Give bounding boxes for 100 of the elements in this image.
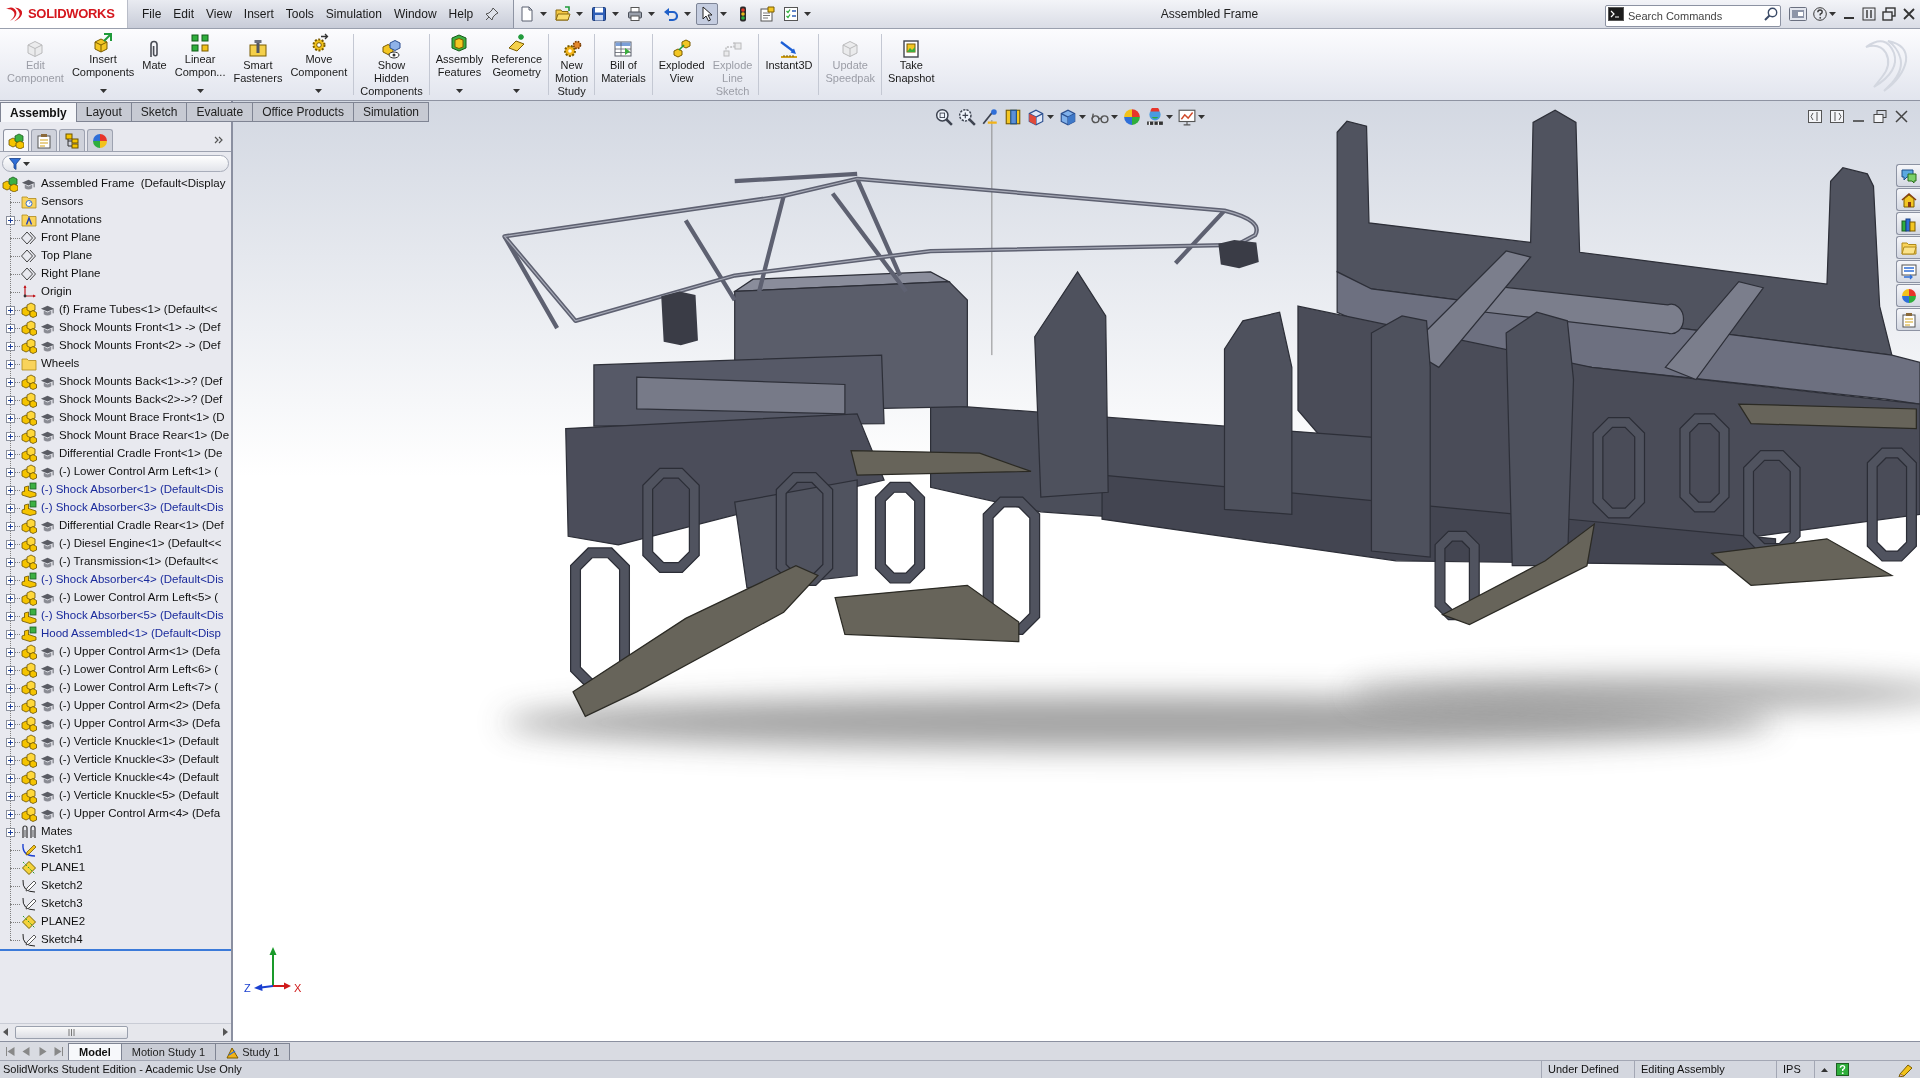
expand-icon[interactable] [6, 449, 15, 459]
tree-item-label[interactable]: Shock Mounts Back<2>->? (Def [59, 391, 223, 409]
smart-fasteners-button[interactable]: Smart Fasteners [229, 29, 287, 87]
task-pane-tab[interactable] [1896, 188, 1920, 211]
take-snapshot-button[interactable]: Take Snapshot [884, 29, 939, 87]
document-tab[interactable]: Motion Study 1 [120, 1043, 217, 1060]
search-icon[interactable] [1764, 7, 1778, 21]
caret-icon[interactable] [23, 161, 30, 166]
task-pane-tab[interactable] [1896, 164, 1920, 187]
feature-manager-tab[interactable] [3, 129, 29, 151]
section-view-icon[interactable] [1004, 108, 1022, 126]
task-pane-tab[interactable] [1896, 212, 1920, 235]
caret-icon[interactable] [456, 89, 463, 93]
expand-icon[interactable] [6, 413, 15, 423]
command-tab[interactable]: Layout [75, 102, 132, 122]
caret-icon[interactable] [1079, 115, 1086, 119]
tree-item-label[interactable]: (-) Shock Absorber<5> (Default<Dis [41, 607, 224, 625]
caret-icon[interactable] [576, 12, 583, 16]
expand-icon[interactable] [6, 791, 15, 801]
expand-icon[interactable] [6, 323, 15, 333]
menu-item[interactable]: Edit [167, 5, 201, 23]
expand-icon[interactable] [6, 629, 15, 639]
expand-icon[interactable] [6, 305, 15, 315]
mate-button[interactable]: Mate [138, 29, 171, 74]
caret-icon[interactable] [1829, 12, 1836, 16]
tree-item-label[interactable]: (-) Upper Control Arm<4> (Defa [59, 805, 221, 823]
insert-components-button[interactable]: Insert Components [67, 29, 139, 95]
task-pane-tab[interactable] [1896, 308, 1920, 331]
tree-item-label[interactable]: Differential Cradle Front<1> (De [59, 445, 223, 463]
expand-icon[interactable] [6, 395, 15, 405]
command-tab[interactable]: Sketch [130, 102, 188, 122]
caret-icon[interactable] [720, 12, 727, 16]
tree-item-label[interactable]: (-) Verticle Knuckle<5> (Default [59, 787, 219, 805]
zoom-fit-icon[interactable] [935, 108, 953, 126]
help-icon[interactable] [1836, 1063, 1849, 1076]
tile-vertical-icon[interactable] [1830, 110, 1844, 123]
tree-item-label[interactable]: Shock Mount Brace Rear<1> (De [59, 427, 230, 445]
expand-icon[interactable] [6, 359, 15, 369]
close-icon[interactable] [1902, 7, 1916, 21]
menu-item[interactable]: File [136, 5, 168, 23]
left-arrow-icon[interactable] [3, 1028, 9, 1036]
caret-icon[interactable] [315, 89, 323, 93]
tree-item-label[interactable]: Mates [41, 823, 73, 841]
tree-item-label[interactable]: (-) Verticle Knuckle<3> (Default [59, 751, 219, 769]
expand-icon[interactable] [6, 827, 15, 837]
tile-horizontal-icon[interactable] [1808, 110, 1822, 123]
menu-item[interactable]: Insert [237, 5, 280, 23]
search-field[interactable]: Search Commands [1605, 5, 1781, 27]
menu-item[interactable]: Simulation [319, 5, 388, 23]
tree-item-label[interactable]: Wheels [41, 355, 80, 373]
expand-icon[interactable] [6, 521, 15, 531]
caret-up-icon[interactable] [1821, 1067, 1828, 1072]
expand-icon[interactable] [6, 593, 15, 603]
view-cube-icon[interactable] [1027, 108, 1045, 126]
tree-item-label[interactable]: (f) Frame Tubes<1> (Default<< [59, 301, 218, 319]
tree-item-label[interactable]: Sketch1 [41, 841, 83, 859]
expand-icon[interactable] [6, 665, 15, 675]
select-button[interactable] [696, 3, 718, 25]
wand-icon[interactable] [981, 108, 999, 126]
tree-item-label[interactable]: Differential Cradle Rear<1> (Def [59, 517, 224, 535]
tree-item-label[interactable]: Assembled Frame (Default<Display [41, 175, 226, 193]
assembly-features-button[interactable]: Assembly Features [431, 29, 488, 95]
expand-icon[interactable] [6, 647, 15, 657]
command-tab[interactable]: Evaluate [186, 102, 254, 122]
bill-of-materials-button[interactable]: Bill of Materials [597, 29, 650, 87]
tree-item-label[interactable]: Right Plane [41, 265, 101, 283]
pencil-icon[interactable] [1898, 1062, 1914, 1077]
caret-icon[interactable] [1166, 115, 1173, 119]
expand-icon[interactable] [6, 683, 15, 693]
horizontal-scrollbar[interactable] [0, 1023, 231, 1040]
expand-icon[interactable] [6, 557, 15, 567]
tree-item-label[interactable]: (-) Lower Control Arm Left<6> ( [59, 661, 219, 679]
move-component-button[interactable]: Move Component [286, 29, 352, 95]
right-arrow-icon[interactable] [222, 1028, 228, 1036]
tree-item-label[interactable]: (-) Lower Control Arm Left<7> ( [59, 679, 219, 697]
tree-item-label[interactable]: (-) Shock Absorber<1> (Default<Dis [41, 481, 224, 499]
command-tab[interactable]: Assembly [0, 102, 77, 122]
tree-item-label[interactable]: PLANE1 [41, 859, 86, 877]
caret-icon[interactable] [99, 89, 107, 93]
tree-item-label[interactable]: Annotations [41, 211, 102, 229]
tree-item-label[interactable]: Hood Assembled<1> (Default<Disp [41, 625, 221, 643]
menu-item[interactable]: Tools [279, 5, 320, 23]
caret-icon[interactable] [804, 12, 811, 16]
restore-icon[interactable] [1882, 7, 1896, 21]
tree-item-label[interactable]: Shock Mounts Front<2> -> (Def [59, 337, 221, 355]
zoom-area-icon[interactable] [958, 108, 976, 126]
property-manager-tab[interactable] [31, 129, 57, 151]
tree-item-label[interactable]: Shock Mount Brace Front<1> (D [59, 409, 225, 427]
tree-item-label[interactable]: (-) Upper Control Arm<2> (Defa [59, 697, 221, 715]
expand-icon[interactable] [6, 431, 15, 441]
expand-icon[interactable] [6, 467, 15, 477]
caret-icon[interactable] [513, 89, 521, 93]
caret-icon[interactable] [1111, 115, 1118, 119]
expand-icon[interactable] [6, 485, 15, 495]
color-ball-icon[interactable] [1123, 108, 1141, 126]
caret-icon[interactable] [612, 12, 619, 16]
shaded-cube-icon[interactable] [1059, 108, 1077, 126]
tree-item-label[interactable]: (-) Verticle Knuckle<1> (Default [59, 733, 219, 751]
command-tab[interactable]: Simulation [352, 102, 429, 122]
tree-item-label[interactable]: (-) Lower Control Arm Left<1> ( [59, 463, 219, 481]
